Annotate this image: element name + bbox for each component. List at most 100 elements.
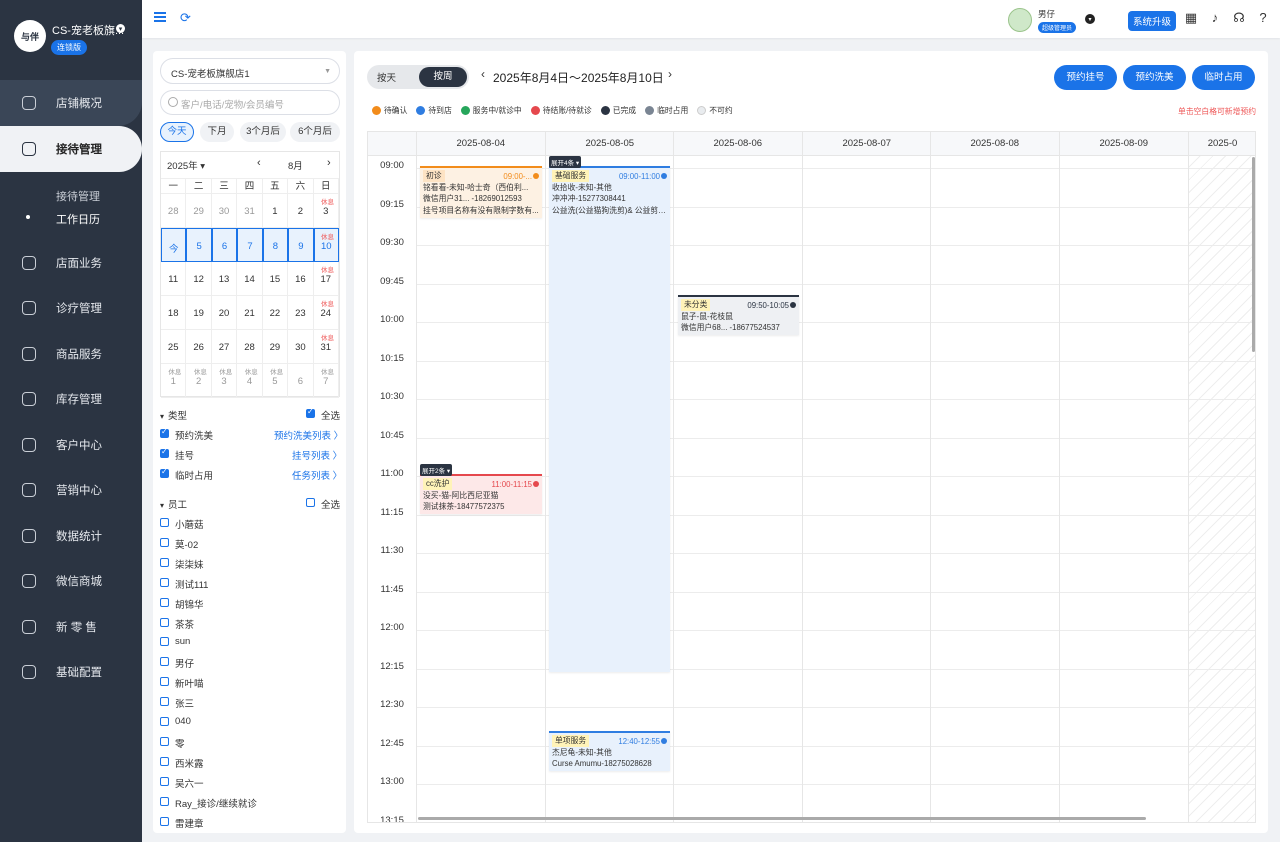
calendar-day[interactable]: 27 xyxy=(211,330,238,364)
calendar-day[interactable]: 10 休息 xyxy=(313,228,339,262)
calendar-day[interactable]: 29 xyxy=(186,194,212,228)
calendar-day[interactable]: 8 xyxy=(262,228,289,262)
calendar-day[interactable]: 24 休息 xyxy=(313,296,339,330)
sidebar-item-clinic[interactable]: 诊疗管理 xyxy=(0,285,142,331)
vertical-scrollbar[interactable] xyxy=(1252,157,1255,352)
calendar-day[interactable]: 7 xyxy=(237,228,263,262)
staff-checkbox[interactable] xyxy=(160,518,169,527)
calendar-day[interactable]: 30 xyxy=(288,330,314,364)
appointment-card[interactable]: cc洗护 11:00-11:15 没买-猫-阿比西尼亚猫 测试抹茶-184775723… xyxy=(420,474,542,514)
avatar[interactable] xyxy=(1008,8,1032,32)
calendar-day[interactable]: 13 xyxy=(211,262,238,296)
quick-6-months-button[interactable]: 6个月后 xyxy=(290,122,340,142)
staff-checkbox[interactable] xyxy=(160,697,169,707)
staff-checkbox[interactable] xyxy=(160,657,169,667)
quick-next-month-button[interactable]: 下月 xyxy=(200,122,234,142)
staff-checkbox[interactable] xyxy=(160,617,169,627)
week-next-icon[interactable]: › xyxy=(668,67,672,81)
type-select-all-checkbox[interactable] xyxy=(306,407,315,418)
calendar-day[interactable]: 20 xyxy=(211,296,238,330)
sidebar-item-inventory[interactable]: 库存管理 xyxy=(0,376,142,422)
system-upgrade-button[interactable]: 系统升级 xyxy=(1128,11,1177,31)
calendar-day[interactable]: 17 休息 xyxy=(313,262,339,296)
brand-logo[interactable]: 与伴 xyxy=(14,20,46,52)
sidebar-sub-reception[interactable]: 接待管理 xyxy=(56,188,100,204)
view-day-button[interactable]: 按天 xyxy=(377,70,396,84)
staff-checkbox[interactable] xyxy=(160,756,169,766)
calendar-day[interactable]: 26 xyxy=(186,330,212,364)
calendar-day[interactable]: 4 休息 xyxy=(237,364,263,398)
calendar-day[interactable]: 28 xyxy=(161,194,187,228)
appointment-card[interactable]: 初诊 09:00-... 铭看看-未知-哈士奇（西伯利... 微信用户31... -1… xyxy=(420,166,542,218)
temporary-occupy-button[interactable]: 临时占用 xyxy=(1192,65,1255,90)
calendar-day[interactable]: 2 xyxy=(288,194,314,228)
expand-more-button[interactable]: 展开2条 ▾ xyxy=(420,464,453,476)
staff-select-all-checkbox[interactable] xyxy=(306,498,315,507)
quick-today-button[interactable]: 今天 xyxy=(160,122,194,142)
search-input[interactable]: 客户/电话/宠物/会员编号 xyxy=(160,90,340,115)
calendar-day[interactable]: 2 休息 xyxy=(186,364,212,398)
type-checkbox[interactable] xyxy=(160,427,169,438)
staff-checkbox[interactable] xyxy=(160,677,169,687)
sidebar-item-customer[interactable]: 客户中心 xyxy=(0,422,142,468)
menu-icon[interactable] xyxy=(154,12,166,22)
type-checkbox[interactable] xyxy=(160,467,169,478)
staff-checkbox[interactable] xyxy=(160,557,169,567)
calendar-day[interactable]: 3 休息 xyxy=(313,194,339,228)
registration-list-link[interactable]: 挂号列表 〉 xyxy=(292,448,342,462)
sidebar-item-marketing[interactable]: 营销中心 xyxy=(0,467,142,513)
calendar-day[interactable]: 31 休息 xyxy=(313,330,339,364)
refresh-icon[interactable]: ⟳ xyxy=(180,11,193,24)
sidebar-item-retail[interactable]: 新 零 售 xyxy=(0,604,142,650)
type-filter-header[interactable]: 类型 xyxy=(160,408,187,422)
sidebar-item-stats[interactable]: 数据统计 xyxy=(0,513,142,559)
book-registration-button[interactable]: 预约挂号 xyxy=(1054,65,1117,90)
calendar-day[interactable]: 11 xyxy=(161,262,187,296)
chevron-down-icon[interactable]: ▾ xyxy=(1085,14,1095,24)
staff-checkbox[interactable] xyxy=(160,717,169,726)
calendar-day[interactable]: 29 xyxy=(262,330,289,364)
sidebar-item-shop-business[interactable]: 店面业务 xyxy=(0,240,142,286)
appointment-card[interactable]: 未分类 09:50-10:05 鼠子-鼠-花枝鼠 微信用户68... -1867752… xyxy=(678,295,799,335)
calendar-day[interactable]: 9 xyxy=(288,228,314,262)
staff-checkbox[interactable] xyxy=(160,537,169,547)
headset-icon[interactable]: ☊ xyxy=(1232,11,1246,25)
calendar-icon[interactable]: ▦ xyxy=(1184,11,1198,25)
quick-3-months-button[interactable]: 3个月后 xyxy=(240,122,286,142)
calendar-day[interactable]: 12 xyxy=(186,262,212,296)
calendar-day[interactable]: 5 休息 xyxy=(262,364,289,398)
calendar-day[interactable]: 5 xyxy=(186,228,212,262)
calendar-day[interactable]: 19 xyxy=(186,296,212,330)
task-list-link[interactable]: 任务列表 〉 xyxy=(292,468,342,482)
staff-checkbox[interactable] xyxy=(160,776,169,786)
calendar-year-select[interactable]: 2025年 ▾ xyxy=(167,158,205,172)
sidebar-item-config[interactable]: 基础配置 xyxy=(0,649,142,695)
staff-filter-header[interactable]: 员工 xyxy=(160,497,187,511)
calendar-day[interactable]: 21 xyxy=(237,296,263,330)
calendar-day[interactable]: 6 xyxy=(288,364,314,398)
chevron-down-icon[interactable]: ▾ xyxy=(116,24,125,33)
expand-more-button[interactable]: 展开4条 ▾ xyxy=(549,156,582,168)
calendar-day[interactable]: 7 休息 xyxy=(313,364,339,398)
calendar-day[interactable]: 15 xyxy=(262,262,289,296)
staff-checkbox[interactable] xyxy=(160,597,169,607)
calendar-day[interactable]: 31 xyxy=(237,194,263,228)
calendar-day[interactable]: 1 休息 xyxy=(161,364,187,398)
calendar-day[interactable]: 14 xyxy=(237,262,263,296)
staff-checkbox[interactable] xyxy=(160,816,169,826)
calendar-day[interactable]: 今 xyxy=(161,228,187,262)
calendar-day[interactable]: 6 xyxy=(211,228,238,262)
appointment-card[interactable]: 基础服务 09:00-11:00 收拾收-未知-其他 冲冲冲-15277308441 公… xyxy=(549,166,670,672)
grooming-list-link[interactable]: 预约洗美列表 〉 xyxy=(274,428,343,442)
calendar-day[interactable]: 16 xyxy=(288,262,314,296)
calendar-day[interactable]: 30 xyxy=(211,194,238,228)
book-grooming-button[interactable]: 预约洗美 xyxy=(1123,65,1186,90)
help-icon[interactable]: ? xyxy=(1256,11,1270,25)
calendar-day[interactable]: 3 休息 xyxy=(211,364,238,398)
calendar-day[interactable]: 18 xyxy=(161,296,187,330)
sidebar-item-store-overview[interactable]: 店铺概况 xyxy=(0,80,142,126)
sidebar-item-wechat-mall[interactable]: 微信商城 xyxy=(0,558,142,604)
appointment-card[interactable]: 单项服务 12:40-12:55 杰尼龟-未知-其他 Curse Amumu-1827… xyxy=(549,731,670,771)
sidebar-item-goods[interactable]: 商品服务 xyxy=(0,331,142,377)
horizontal-scrollbar[interactable] xyxy=(418,817,1146,820)
